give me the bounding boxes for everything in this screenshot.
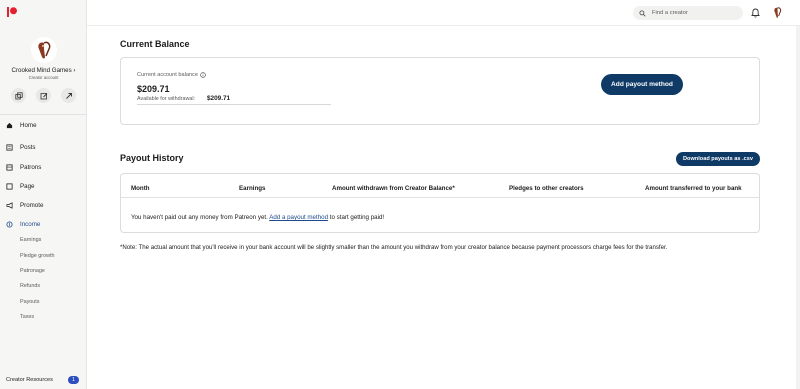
table-header-divider — [121, 197, 759, 198]
nav-item-income[interactable]: Income — [6, 221, 40, 228]
current-balance-title: Current Balance — [120, 39, 190, 49]
edit-page-button[interactable] — [36, 88, 51, 103]
nav-item-label: Income — [20, 221, 41, 228]
creator-subtitle: Creator account — [28, 75, 59, 80]
nav-item-label: Home — [20, 122, 37, 129]
add-payout-method-button[interactable]: Add payout method — [601, 74, 683, 95]
payout-history-title: Payout History — [120, 153, 184, 163]
column-header-withdrawn: Amount withdrawn from Creator Balance* — [332, 185, 455, 192]
share-icon — [65, 92, 72, 99]
column-header-pledges: Pledges to other creators — [509, 185, 584, 192]
empty-prefix: You haven't paid out any money from Patr… — [131, 214, 268, 221]
balance-value: $209.71 — [137, 84, 170, 94]
user-avatar[interactable] — [770, 5, 785, 20]
info-icon[interactable] — [200, 72, 206, 78]
search-placeholder: Find a creator — [652, 10, 688, 16]
header-divider — [87, 25, 800, 26]
empty-suffix: to start getting paid! — [329, 214, 385, 221]
sidebar-divider — [0, 114, 87, 115]
sidebar-item-pledge-growth[interactable]: Pledge growth — [20, 253, 54, 259]
switch-account-button[interactable] — [11, 88, 26, 103]
creator-avatar[interactable] — [31, 37, 57, 63]
column-header-earnings: Earnings — [239, 185, 266, 192]
sidebar-item-earnings[interactable]: Earnings — [20, 237, 41, 243]
megaphone-icon — [6, 202, 13, 209]
search-icon — [639, 9, 646, 17]
posts-icon — [6, 144, 13, 151]
resources-count-badge: 1 — [68, 376, 79, 384]
empty-state-message: You haven't paid out any money from Patr… — [131, 214, 384, 221]
creator-name[interactable]: Crooked Mind Games › — [0, 67, 87, 74]
nav-item-label: Page — [20, 183, 35, 190]
switch-account-icon — [14, 91, 23, 99]
payout-history-table: Month Earnings Amount withdrawn from Cre… — [120, 173, 760, 233]
column-header-month: Month — [131, 185, 150, 192]
nav-item-label: Promote — [20, 202, 44, 209]
sidebar-item-taxes[interactable]: Taxes — [20, 314, 34, 320]
bell-icon[interactable] — [751, 8, 760, 18]
available-row: Available for withdrawal: $209.71 — [137, 95, 331, 105]
balance-card: Current account balance $209.71 Availabl… — [120, 57, 760, 125]
add-payout-method-link[interactable]: Add a payout method — [269, 214, 328, 221]
creator-resources-link[interactable]: Creator Resources — [6, 377, 53, 383]
nav-item-home[interactable]: Home — [6, 122, 37, 129]
edit-icon — [40, 92, 47, 99]
search-input[interactable]: Find a creator — [633, 6, 743, 20]
nav-item-label: Patrons — [20, 164, 42, 171]
scrollbar[interactable] — [796, 26, 800, 389]
nav-item-label: Posts — [20, 144, 36, 151]
page-icon — [6, 183, 13, 190]
available-label: Available for withdrawal: — [137, 96, 196, 102]
share-button[interactable] — [61, 88, 76, 103]
column-header-transferred: Amount transferred to your bank — [645, 185, 742, 192]
nav-item-patrons[interactable]: Patrons — [6, 164, 41, 171]
balance-label-text: Current account balance — [137, 72, 198, 78]
home-icon — [6, 122, 13, 129]
patrons-icon — [6, 164, 13, 171]
fee-note: *Note: The actual amount that you'll rec… — [120, 244, 668, 251]
download-csv-button[interactable]: Download payouts as .csv — [676, 152, 760, 166]
available-value: $209.71 — [207, 95, 231, 102]
sidebar-item-payouts[interactable]: Payouts — [20, 299, 39, 305]
patreon-logo-icon[interactable] — [6, 6, 18, 18]
sidebar-item-patronage[interactable]: Patronage — [20, 268, 45, 274]
sidebar: Crooked Mind Games › Creator account Hom… — [0, 0, 87, 389]
income-icon — [6, 221, 13, 228]
nav-item-posts[interactable]: Posts — [6, 144, 35, 151]
nav-item-promote[interactable]: Promote — [6, 202, 43, 209]
nav-item-page[interactable]: Page — [6, 183, 34, 190]
sidebar-item-refunds[interactable]: Refunds — [20, 283, 40, 289]
balance-label: Current account balance — [137, 72, 206, 78]
